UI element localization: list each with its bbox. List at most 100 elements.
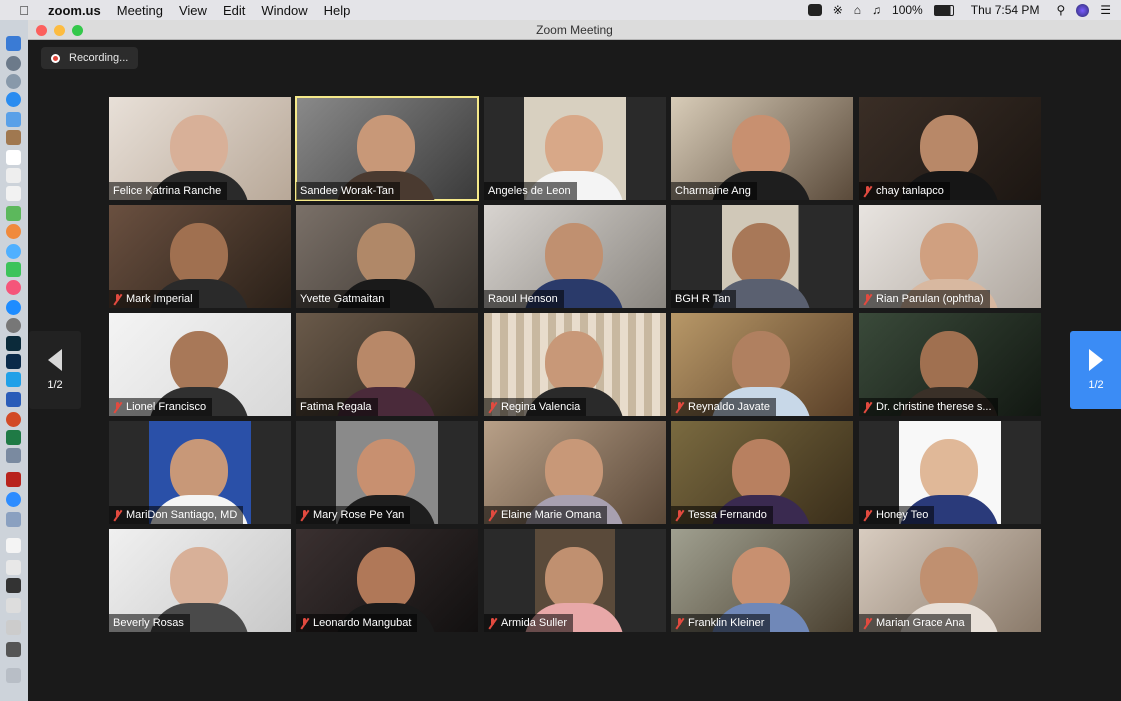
video-tile[interactable]: Franklin Kleiner (671, 529, 853, 632)
keyboard-icon[interactable] (6, 642, 21, 657)
folder-icon[interactable] (6, 598, 21, 613)
mic-muted-icon (300, 509, 309, 521)
participant-video (357, 331, 415, 395)
preview-icon[interactable] (6, 512, 21, 527)
participant-video (170, 547, 228, 611)
acrobat-icon[interactable] (6, 472, 21, 487)
video-tile[interactable]: Armida Suller (484, 529, 666, 632)
volume-icon[interactable]: ♫ (872, 3, 881, 17)
video-tile[interactable]: Mary Rose Pe Yan (296, 421, 478, 524)
calendar-icon[interactable] (6, 150, 21, 165)
search-icon[interactable]: ⚲ (1056, 3, 1065, 17)
bluetooth-icon[interactable]: ※ (833, 3, 843, 17)
video-tile[interactable]: Rian Parulan (ophtha) (859, 205, 1041, 308)
notification-center-icon[interactable]: ☰ (1100, 3, 1111, 17)
reminders-icon[interactable] (6, 186, 21, 201)
notes-icon[interactable] (6, 130, 21, 145)
mic-muted-icon (300, 617, 309, 629)
document-icon[interactable] (6, 538, 21, 553)
wifi-icon[interactable]: ⌂ (854, 3, 861, 17)
maps-icon[interactable] (6, 206, 21, 221)
arrow-left-icon (48, 349, 62, 371)
apple-icon[interactable]:  (16, 3, 32, 18)
messages-icon[interactable] (6, 244, 21, 259)
recording-indicator[interactable]: Recording... (41, 47, 138, 69)
menu-help[interactable]: Help (324, 3, 351, 18)
photoshop-icon[interactable] (6, 354, 21, 369)
arrow-right-icon (1089, 349, 1103, 371)
finder-icon[interactable] (6, 36, 21, 51)
mic-muted-icon (488, 617, 497, 629)
system-preferences-icon[interactable] (6, 318, 21, 333)
participant-video (732, 547, 790, 611)
facetime-icon[interactable] (6, 262, 21, 277)
app-store-icon[interactable] (6, 300, 21, 315)
video-tile[interactable]: BGH R Tan (671, 205, 853, 308)
participant-video (920, 439, 978, 503)
video-tile[interactable]: Reynaldo Javate (671, 313, 853, 416)
word-icon[interactable] (6, 392, 21, 407)
photos-icon[interactable] (6, 224, 21, 239)
video-tile-active-speaker[interactable]: Sandee Worak-Tan (295, 96, 479, 201)
previous-page-button[interactable]: 1/2 (29, 331, 81, 409)
participant-video (920, 223, 978, 287)
participant-video (545, 331, 603, 395)
video-tile[interactable]: Marian Grace Ana (859, 529, 1041, 632)
skype-icon[interactable] (6, 372, 21, 387)
video-tile[interactable]: Tessa Fernando (671, 421, 853, 524)
clock[interactable]: Thu 7:54 PM (971, 3, 1040, 17)
video-tile[interactable]: Beverly Rosas (109, 529, 291, 632)
participant-video (732, 439, 790, 503)
menu-window[interactable]: Window (261, 3, 307, 18)
participant-name: Charmaine Ang (671, 182, 757, 200)
next-page-button[interactable]: 1/2 (1070, 331, 1121, 409)
video-tile[interactable]: Regina Valencia (484, 313, 666, 416)
zoom-icon[interactable] (6, 492, 21, 507)
participant-video (357, 223, 415, 287)
video-tile[interactable]: chay tanlapco (859, 97, 1041, 200)
mail-icon[interactable] (6, 112, 21, 127)
video-tile[interactable]: MariDon Santiago, MD (109, 421, 291, 524)
participant-name: Marian Grace Ana (859, 614, 971, 632)
menu-edit[interactable]: Edit (223, 3, 245, 18)
launchpad-icon[interactable] (6, 56, 21, 71)
participant-name: Yvette Gatmaitan (296, 290, 391, 308)
participant-name: Armida Suller (484, 614, 574, 632)
zoom-status-icon[interactable] (807, 4, 822, 16)
participant-video (357, 547, 415, 611)
video-tile[interactable]: Raoul Henson (484, 205, 666, 308)
page-indicator-right: 1/2 (1088, 379, 1104, 391)
trash-icon[interactable] (6, 668, 21, 683)
video-tile[interactable]: Felice Katrina Ranche (109, 97, 291, 200)
participant-name: Honey Teo (859, 506, 935, 524)
box-icon[interactable] (6, 448, 21, 463)
app-menu[interactable]: zoom.us (48, 3, 101, 18)
documents-icon[interactable] (6, 168, 21, 183)
rocket-icon[interactable] (6, 74, 21, 89)
safari-icon[interactable] (6, 92, 21, 107)
music-icon[interactable] (6, 280, 21, 295)
siri-icon[interactable] (1076, 3, 1090, 17)
video-tile[interactable]: Honey Teo (859, 421, 1041, 524)
downloads-icon[interactable] (6, 620, 21, 635)
video-tile[interactable]: Elaine Marie Omana (484, 421, 666, 524)
video-tile[interactable]: Yvette Gatmaitan (296, 205, 478, 308)
video-tile[interactable]: Charmaine Ang (671, 97, 853, 200)
menu-view[interactable]: View (179, 3, 207, 18)
window-icon[interactable] (6, 578, 21, 593)
video-tile[interactable]: Angeles de Leon (484, 97, 666, 200)
powerpoint-icon[interactable] (6, 412, 21, 427)
video-tile[interactable]: Mark Imperial (109, 205, 291, 308)
video-tile[interactable]: Leonardo Mangubat (296, 529, 478, 632)
battery-icon[interactable] (933, 4, 954, 16)
participant-video (170, 439, 228, 503)
video-tile[interactable]: Fatima Regala (296, 313, 478, 416)
participant-video (170, 115, 228, 179)
mic-muted-icon (863, 617, 872, 629)
video-tile[interactable]: Dr. christine therese s... (859, 313, 1041, 416)
video-tile[interactable]: Lionel Francisco (109, 313, 291, 416)
lightroom-icon[interactable] (6, 336, 21, 351)
menu-meeting[interactable]: Meeting (117, 3, 163, 18)
screenshot-icon[interactable] (6, 560, 21, 575)
excel-icon[interactable] (6, 430, 21, 445)
